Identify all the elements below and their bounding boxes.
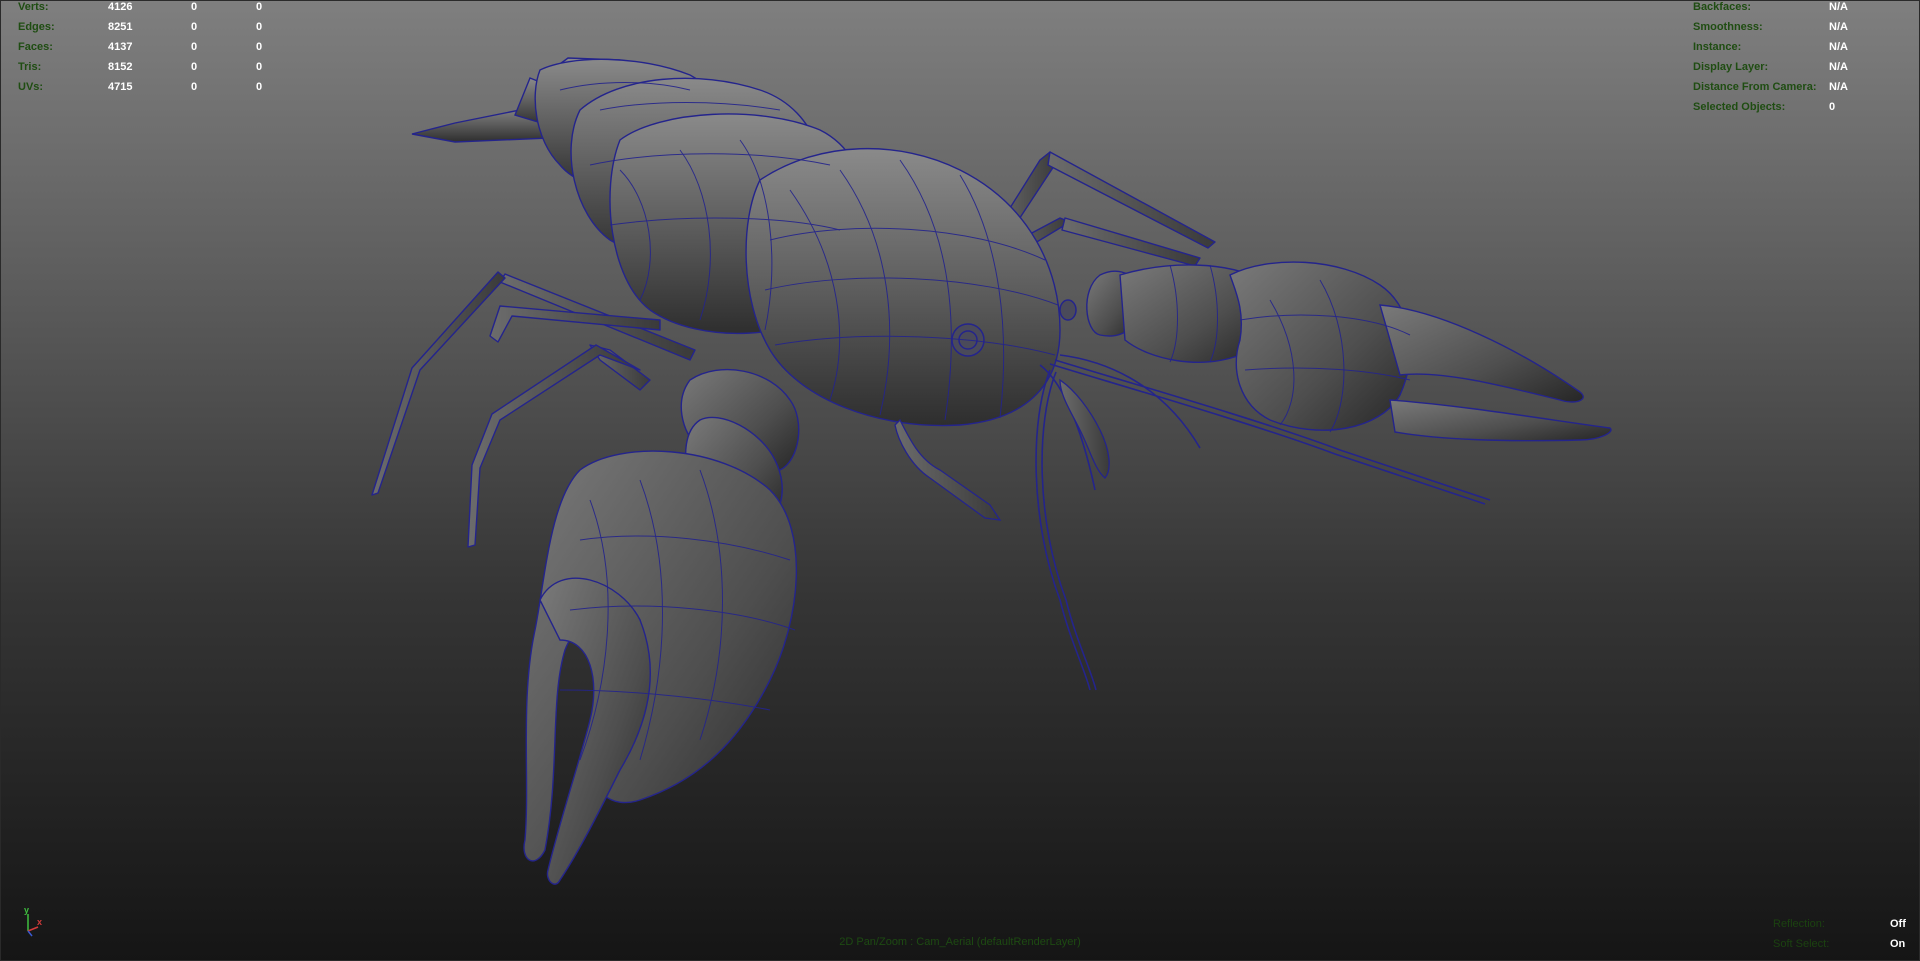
hud-value: 8251: [108, 21, 133, 33]
hud-row-tris: Tris: 8152 0 0: [18, 57, 298, 77]
y-axis-label: y: [24, 905, 29, 915]
hud-value: 0: [256, 41, 263, 53]
hud-label: Instance:: [1693, 41, 1742, 53]
hud-value: N/A: [1829, 21, 1848, 33]
hud-row-uvs: UVs: 4715 0 0: [18, 77, 298, 97]
hud-row-faces: Faces: 4137 0 0: [18, 37, 298, 57]
hud-label: Tris:: [18, 61, 42, 73]
viewport-panel[interactable]: Verts: 4126 0 0 Edges: 8251 0 0 Faces: 4…: [0, 0, 1920, 961]
hud-value: 0: [191, 41, 198, 53]
hud-value: 0: [256, 1, 263, 13]
hud-row-selected-objects: Selected Objects: 0: [1693, 97, 1913, 117]
hud-value: 4715: [108, 81, 133, 93]
hud-value: 0: [191, 1, 198, 13]
hud-label: Faces:: [18, 41, 53, 53]
hud-label: Smoothness:: [1693, 21, 1763, 33]
hud-label: Distance From Camera:: [1693, 81, 1817, 93]
hud-value: 0: [256, 21, 263, 33]
crayfish-mesh-icon[interactable]: [0, 0, 1920, 961]
hud-value: Off: [1890, 918, 1906, 930]
hud-value: 4126: [108, 1, 133, 13]
hud-label: Display Layer:: [1693, 61, 1769, 73]
hud-value: 0: [256, 61, 263, 73]
axis-gizmo-icon: y x: [24, 905, 42, 937]
hud-row-reflection: Reflection: Off: [1773, 914, 1913, 934]
hud-row-edges: Edges: 8251 0 0: [18, 17, 298, 37]
hud-value: N/A: [1829, 81, 1848, 93]
hud-value: N/A: [1829, 61, 1848, 73]
hud-value: 4137: [108, 41, 133, 53]
poly-count-hud: Verts: 4126 0 0 Edges: 8251 0 0 Faces: 4…: [18, 0, 298, 97]
hud-label: UVs:: [18, 81, 44, 93]
hud-value: 0: [191, 81, 198, 93]
hud-value: N/A: [1829, 41, 1848, 53]
x-axis-line: [27, 926, 39, 932]
camera-name-label: 2D Pan/Zoom : Cam_Aerial (defaultRenderL…: [839, 936, 1081, 948]
hud-row-backfaces: Backfaces: N/A: [1693, 0, 1913, 17]
hud-row-smoothness: Smoothness: N/A: [1693, 17, 1913, 37]
z-axis-line: [27, 930, 33, 937]
hud-value: 0: [1829, 101, 1836, 113]
hud-value: 0: [191, 21, 198, 33]
hud-label: Edges:: [18, 21, 55, 33]
x-axis-label: x: [37, 917, 42, 927]
object-info-hud: Backfaces: N/A Smoothness: N/A Instance:…: [1693, 0, 1913, 117]
hud-value: 8152: [108, 61, 133, 73]
hud-row-verts: Verts: 4126 0 0: [18, 0, 298, 17]
hud-label: Verts:: [18, 1, 49, 13]
hud-row-distance-from-camera: Distance From Camera: N/A: [1693, 77, 1913, 97]
hud-value: N/A: [1829, 1, 1848, 13]
render-settings-hud: Reflection: Off Soft Select: On: [1773, 914, 1913, 954]
hud-label: Reflection:: [1773, 918, 1825, 930]
hud-value: 0: [191, 61, 198, 73]
hud-label: Selected Objects:: [1693, 101, 1786, 113]
hud-row-instance: Instance: N/A: [1693, 37, 1913, 57]
hud-row-display-layer: Display Layer: N/A: [1693, 57, 1913, 77]
hud-label: Backfaces:: [1693, 1, 1752, 13]
hud-value: 0: [256, 81, 263, 93]
